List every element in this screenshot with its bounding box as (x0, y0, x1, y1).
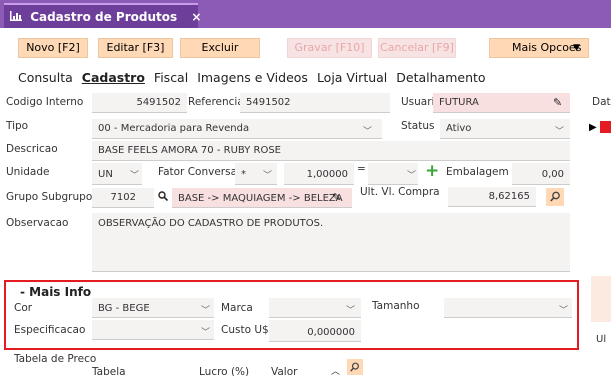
grupo-code-field[interactable]: 7102 (92, 188, 154, 208)
chevron-up-icon[interactable]: ︿ (331, 364, 340, 376)
usuario-field[interactable]: FUTURA (433, 93, 570, 113)
unidade-label: Unidade (6, 166, 50, 178)
grupo-label: Grupo Subgrupo (6, 191, 93, 203)
pencil-icon[interactable]: ✎ (332, 191, 341, 204)
window-tab[interactable]: Cadastro de Produtos × (4, 3, 201, 28)
chevron-down-icon[interactable]: ﹀ (559, 303, 568, 316)
obs-field[interactable]: OBSERVAÇÃO DO CADASTRO DE PRODUTOS. (92, 213, 570, 272)
tamanho-label: Tamanho (372, 300, 420, 312)
excluir-button[interactable]: Excluir (180, 38, 260, 58)
col-valor: Valor (271, 366, 298, 376)
tamanho-select[interactable] (444, 298, 572, 318)
tabela-preco-title: Tabela de Preco (14, 353, 97, 365)
grupo-field[interactable]: BASE -> MAQUIAGEM -> BELEZA (172, 188, 352, 208)
chevron-down-icon[interactable]: ﹀ (201, 325, 210, 338)
especificacao-select[interactable] (92, 320, 214, 340)
chevron-down-icon[interactable]: ﹀ (201, 303, 210, 316)
referencia-label: Referencia (188, 96, 244, 108)
side-dat-label: Dat (592, 96, 611, 108)
fator-equals: = (357, 163, 366, 175)
tab-consulta[interactable]: Consulta (18, 70, 73, 85)
search-icon[interactable] (347, 359, 363, 375)
caret-down-icon: ▼ (573, 43, 580, 53)
search-icon[interactable] (546, 188, 564, 206)
cor-select[interactable]: BG - BEGE (92, 298, 214, 318)
ult-compra-field[interactable]: 8,62165 (448, 187, 536, 207)
side-panel-strip (591, 276, 611, 322)
side-marker (600, 121, 611, 133)
ult-compra-label: Ult. Vl. Compra (360, 186, 440, 198)
status-label: Status (401, 120, 435, 132)
marca-label: Marca (221, 302, 253, 314)
chart-icon (10, 10, 26, 24)
tab-imagens-videos[interactable]: Imagens e Videos (197, 70, 308, 85)
chevron-down-icon[interactable]: ﹀ (346, 303, 355, 316)
tab-cadastro[interactable]: Cadastro (82, 70, 145, 85)
status-select[interactable]: Ativo (440, 119, 570, 139)
chevron-down-icon[interactable]: ﹀ (130, 168, 139, 181)
novo-button[interactable]: Novo [F2] (18, 38, 88, 58)
fator-field[interactable]: 1,00000 (284, 163, 354, 185)
custo-label: Custo U$ (221, 324, 269, 336)
embalagem-field[interactable]: 0,00 (512, 163, 570, 185)
tab-loja-virtual[interactable]: Loja Virtual (317, 70, 387, 85)
chevron-down-icon[interactable]: ﹀ (555, 124, 564, 137)
especificacao-label: Especificacao (14, 324, 86, 336)
col-lucro: Lucro (%) (199, 366, 250, 376)
close-icon[interactable]: × (191, 10, 201, 24)
cor-label: Cor (14, 302, 33, 314)
tipo-select[interactable]: 00 - Mercadoria para Revenda (92, 119, 382, 139)
codigo-label: Codigo Interno (6, 96, 84, 108)
mais-opcoes-label: Mais Opcoes (512, 41, 582, 54)
tab-bar: Consulta Cadastro Fiscal Imagens e Video… (18, 70, 491, 85)
search-icon[interactable] (158, 191, 169, 204)
embalagem-label: Embalagem (446, 166, 509, 178)
descricao-field[interactable]: BASE FEELS AMORA 70 - RUBY ROSE (92, 141, 570, 161)
arrow-right-icon: ▶ (589, 122, 597, 133)
side-ul-label: Ul (596, 334, 607, 345)
col-tabela: Tabela (92, 366, 126, 376)
referencia-field[interactable]: 5491502 (240, 93, 390, 113)
cancelar-button[interactable]: Cancelar [F9] (378, 38, 456, 58)
chevron-down-icon[interactable]: ﹀ (363, 124, 372, 137)
tab-fiscal[interactable]: Fiscal (154, 70, 188, 85)
tipo-label: Tipo (6, 120, 29, 132)
chevron-down-icon[interactable]: ﹀ (407, 168, 416, 181)
fator-label: Fator Conversao (158, 166, 244, 178)
pencil-icon[interactable]: ✎ (553, 96, 562, 109)
window-title: Cadastro de Produtos (30, 10, 178, 24)
descricao-label: Descricao (6, 143, 58, 155)
plus-icon[interactable]: + (425, 161, 439, 181)
editar-button[interactable]: Editar [F3] (98, 38, 173, 58)
mais-info-title: - Mais Info (20, 285, 92, 299)
codigo-field[interactable]: 5491502 (92, 93, 187, 113)
custo-field[interactable]: 0,000000 (269, 320, 361, 342)
gravar-button[interactable]: Gravar [F10] (287, 38, 372, 58)
tab-detalhamento[interactable]: Detalhamento (396, 70, 485, 85)
mais-opcoes-button[interactable]: Mais Opcoes ▼ (489, 38, 589, 58)
chevron-down-icon[interactable]: ﹀ (263, 168, 272, 181)
obs-label: Observacao (6, 217, 69, 229)
